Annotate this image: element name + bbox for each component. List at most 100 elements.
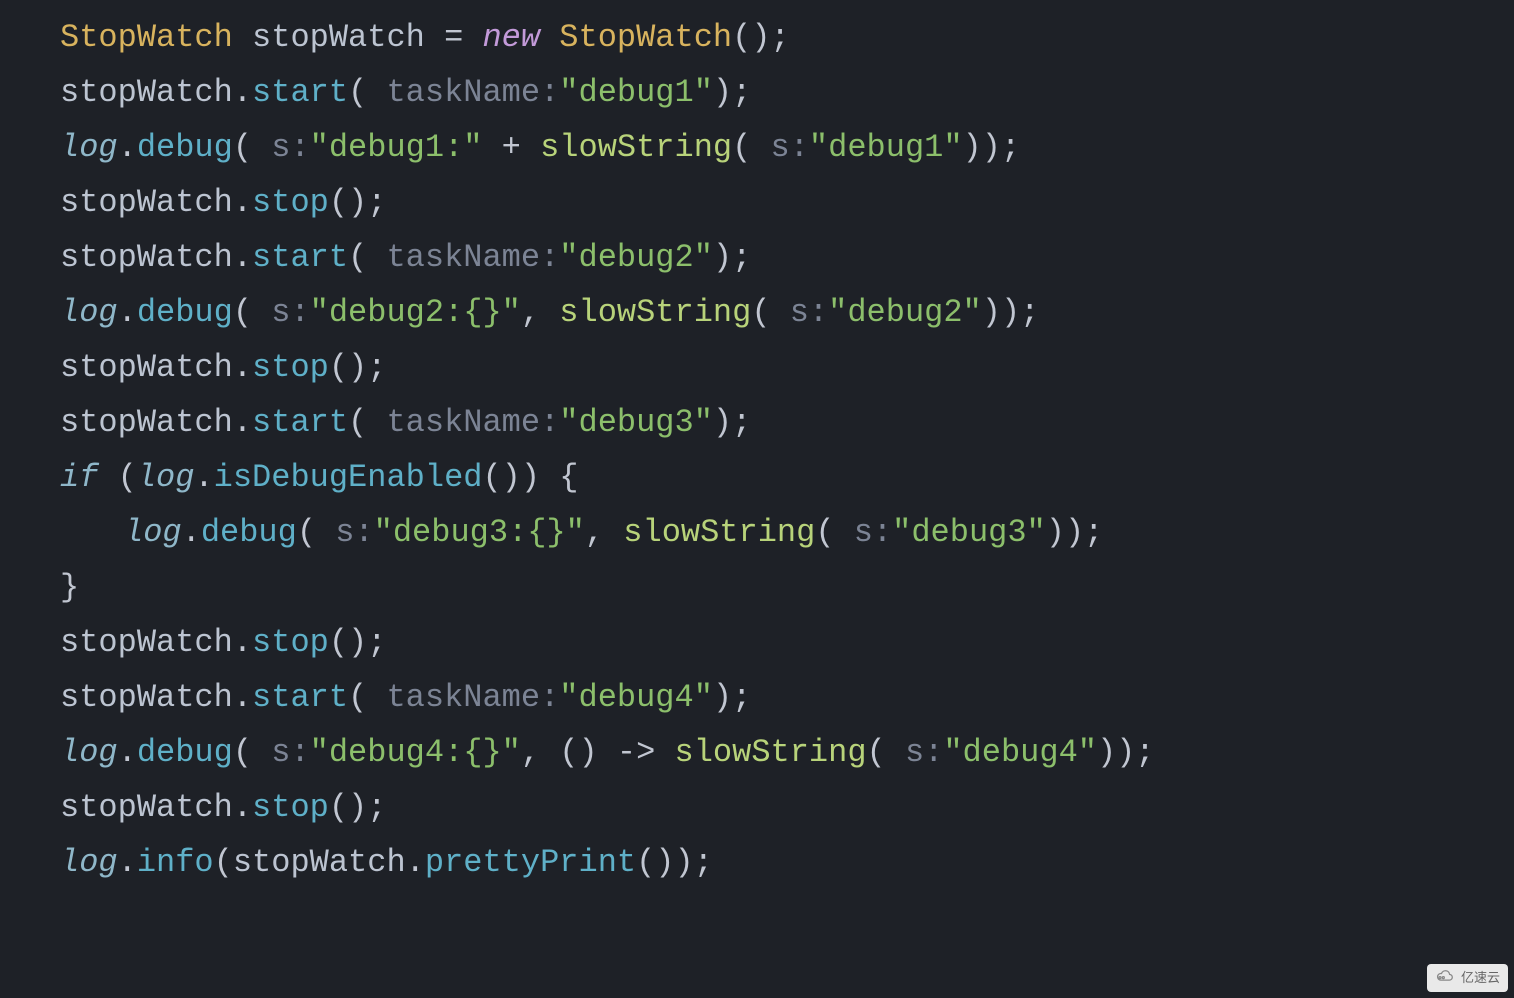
code-token: slowString bbox=[623, 514, 815, 551]
code-line: } bbox=[60, 560, 1514, 615]
code-token: ( bbox=[233, 294, 252, 331]
code-line: if (log.isDebugEnabled()) { bbox=[60, 450, 1514, 505]
code-line: StopWatch stopWatch = new StopWatch(); bbox=[60, 10, 1514, 65]
code-token: stopWatch bbox=[60, 184, 233, 221]
code-token: s: bbox=[316, 514, 374, 551]
code-token: ( bbox=[348, 74, 367, 111]
code-token: . bbox=[118, 294, 137, 331]
code-token: log bbox=[60, 129, 118, 166]
code-token: debug bbox=[201, 514, 297, 551]
code-token: StopWatch bbox=[60, 19, 233, 56]
code-token: . bbox=[233, 679, 252, 716]
code-token: stopWatch bbox=[60, 679, 233, 716]
code-token: = bbox=[425, 19, 483, 56]
code-token: ); bbox=[713, 74, 751, 111]
code-token: "debug3:{}" bbox=[374, 514, 585, 551]
code-token: slowString bbox=[540, 129, 732, 166]
code-token: s: bbox=[771, 294, 829, 331]
code-token: debug bbox=[137, 294, 233, 331]
code-token: + bbox=[482, 129, 540, 166]
code-token: (); bbox=[329, 349, 387, 386]
code-token: . bbox=[118, 844, 137, 881]
code-line: log.debug( s:"debug4:{}", () -> slowStri… bbox=[60, 725, 1514, 780]
code-token: ( bbox=[732, 129, 751, 166]
code-token: StopWatch bbox=[559, 19, 732, 56]
code-token: "debug2" bbox=[559, 239, 713, 276]
code-token: (); bbox=[329, 624, 387, 661]
code-token: s: bbox=[252, 129, 310, 166]
code-line: stopWatch.stop(); bbox=[60, 175, 1514, 230]
code-token: start bbox=[252, 679, 348, 716]
code-line: log.debug( s:"debug3:{}", slowString( s:… bbox=[60, 505, 1514, 560]
code-token: "debug4" bbox=[943, 734, 1097, 771]
code-token: slowString bbox=[675, 734, 867, 771]
code-token: . bbox=[182, 514, 201, 551]
code-token: . bbox=[118, 129, 137, 166]
code-token: . bbox=[233, 404, 252, 441]
code-line: log.debug( s:"debug2:{}", slowString( s:… bbox=[60, 285, 1514, 340]
code-token bbox=[540, 19, 559, 56]
code-token: ( bbox=[348, 679, 367, 716]
code-token: . bbox=[194, 459, 213, 496]
code-token: ); bbox=[713, 679, 751, 716]
code-token: s: bbox=[835, 514, 893, 551]
code-token: ); bbox=[713, 239, 751, 276]
code-token: "debug2:{}" bbox=[310, 294, 521, 331]
code-token: . bbox=[233, 239, 252, 276]
code-token: stopWatch bbox=[60, 789, 233, 826]
code-token: . bbox=[233, 789, 252, 826]
code-token: , () -> bbox=[521, 734, 675, 771]
code-token: . bbox=[233, 349, 252, 386]
code-token: "debug1" bbox=[559, 74, 713, 111]
code-token: ( bbox=[297, 514, 316, 551]
code-token: log bbox=[60, 734, 118, 771]
code-line: stopWatch.start( taskName:"debug3"); bbox=[60, 395, 1514, 450]
code-token: "debug3" bbox=[892, 514, 1046, 551]
code-token: (); bbox=[732, 19, 790, 56]
code-token: stopWatch bbox=[233, 844, 406, 881]
code-token: , bbox=[521, 294, 559, 331]
code-line: stopWatch.stop(); bbox=[60, 780, 1514, 835]
code-token: ( bbox=[348, 404, 367, 441]
code-token: stopWatch bbox=[252, 19, 425, 56]
code-token: ( bbox=[751, 294, 770, 331]
code-token: ); bbox=[713, 404, 751, 441]
code-token: stopWatch bbox=[60, 404, 233, 441]
code-token: log bbox=[60, 294, 118, 331]
code-line: log.debug( s:"debug1:" + slowString( s:"… bbox=[60, 120, 1514, 175]
code-token: ( bbox=[867, 734, 886, 771]
code-token: taskName: bbox=[367, 679, 559, 716]
code-token: log bbox=[124, 514, 182, 551]
code-token: stopWatch bbox=[60, 74, 233, 111]
code-token: start bbox=[252, 74, 348, 111]
code-token: . bbox=[406, 844, 425, 881]
code-token: (); bbox=[329, 184, 387, 221]
code-token: s: bbox=[751, 129, 809, 166]
code-token: s: bbox=[252, 734, 310, 771]
code-token: ( bbox=[348, 239, 367, 276]
code-token: ( bbox=[233, 734, 252, 771]
code-token: stopWatch bbox=[60, 624, 233, 661]
code-token: ( bbox=[815, 514, 834, 551]
code-token: )); bbox=[1097, 734, 1155, 771]
code-token: debug bbox=[137, 734, 233, 771]
code-token: "debug2" bbox=[828, 294, 982, 331]
code-token: stopWatch bbox=[60, 349, 233, 386]
code-token: ()) { bbox=[482, 459, 578, 496]
code-block: StopWatch stopWatch = new StopWatch();st… bbox=[0, 0, 1514, 890]
code-token: (); bbox=[329, 789, 387, 826]
code-token: if bbox=[60, 459, 98, 496]
code-token: . bbox=[233, 184, 252, 221]
code-token: taskName: bbox=[367, 239, 559, 276]
code-token: "debug3" bbox=[559, 404, 713, 441]
code-token: new bbox=[482, 19, 540, 56]
code-token: info bbox=[137, 844, 214, 881]
code-token: start bbox=[252, 404, 348, 441]
code-token: . bbox=[233, 624, 252, 661]
code-token: )); bbox=[1046, 514, 1104, 551]
code-token: . bbox=[118, 734, 137, 771]
code-token: log bbox=[60, 844, 118, 881]
code-token: )); bbox=[963, 129, 1021, 166]
code-token: prettyPrint bbox=[425, 844, 636, 881]
code-token: taskName: bbox=[367, 74, 559, 111]
